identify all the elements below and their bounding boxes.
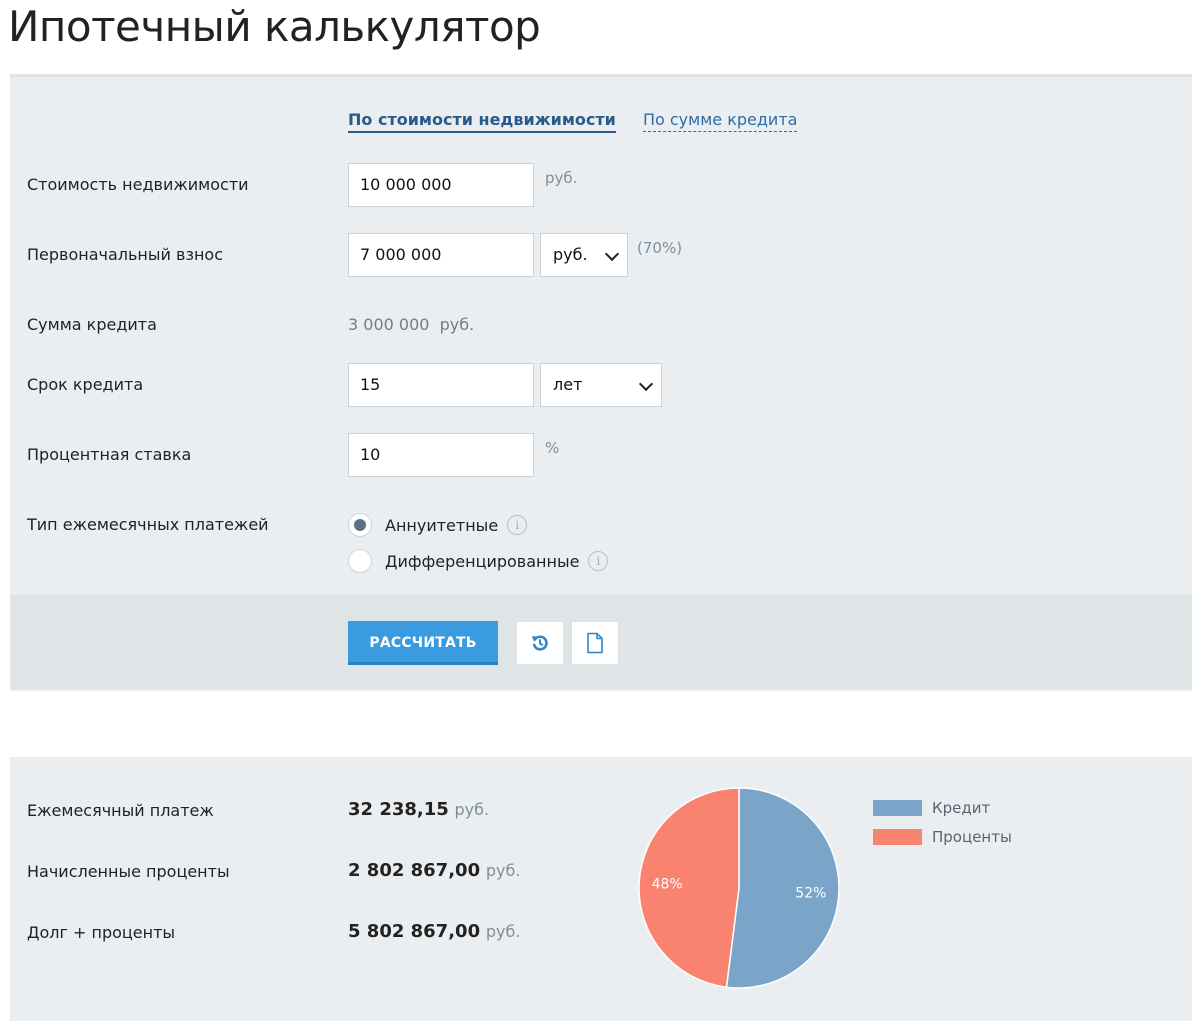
calc-mode-tabs: По стоимости недвижимости По сумме креди… bbox=[348, 110, 819, 133]
payment-type-label: Тип ежемесячных платежей bbox=[27, 515, 269, 534]
chevron-down-icon bbox=[638, 376, 654, 392]
differentiated-radio[interactable] bbox=[348, 549, 372, 573]
loan-amount-value: 3 000 000 руб. bbox=[348, 315, 475, 334]
monthly-payment-amount: 32 238,15 bbox=[348, 799, 449, 820]
down-payment-unit-select[interactable]: руб. bbox=[540, 233, 628, 277]
calculator-panel: По стоимости недвижимости По сумме креди… bbox=[10, 74, 1192, 1021]
legend-item-interest: Проценты bbox=[873, 828, 1012, 846]
annuity-radio[interactable] bbox=[348, 513, 372, 537]
payment-pie-chart: 52% 48% bbox=[638, 787, 840, 989]
differentiated-label: Дифференцированные bbox=[385, 551, 580, 571]
total-label: Долг + проценты bbox=[27, 923, 176, 942]
calculate-button[interactable]: РАССЧИТАТЬ bbox=[348, 621, 498, 665]
total-amount: 5 802 867,00 bbox=[348, 921, 481, 942]
reset-icon bbox=[531, 635, 548, 651]
loan-term-input[interactable]: 15 bbox=[348, 363, 534, 407]
monthly-payment-value: 32 238,15 руб. bbox=[348, 799, 489, 820]
info-icon[interactable]: i bbox=[507, 515, 528, 535]
accrued-interest-unit: руб. bbox=[485, 861, 521, 880]
annuity-label: Аннуитетные bbox=[385, 515, 499, 535]
down-payment-label: Первоначальный взнос bbox=[27, 245, 223, 264]
legend-item-credit: Кредит bbox=[873, 799, 990, 817]
accrued-interest-value: 2 802 867,00 руб. bbox=[348, 860, 520, 881]
pie-label-interest: 48% bbox=[652, 876, 683, 892]
down-payment-percent: (70%) bbox=[637, 239, 683, 257]
monthly-payment-label: Ежемесячный платеж bbox=[27, 801, 214, 820]
legend-swatch-credit bbox=[873, 800, 922, 816]
document-icon bbox=[587, 632, 603, 654]
loan-amount-label: Сумма кредита bbox=[27, 315, 157, 334]
info-icon[interactable]: i bbox=[588, 551, 609, 571]
pie-label-credit: 52% bbox=[795, 886, 826, 902]
down-payment-unit-value: руб. bbox=[553, 245, 588, 264]
payment-type-annuity[interactable]: Аннуитетные i bbox=[348, 513, 528, 537]
loan-term-label: Срок кредита bbox=[27, 375, 144, 394]
property-price-unit: руб. bbox=[545, 169, 578, 187]
legend-label-credit: Кредит bbox=[932, 799, 991, 817]
payment-type-differentiated[interactable]: Дифференцированные i bbox=[348, 549, 609, 573]
legend-label-interest: Проценты bbox=[932, 828, 1012, 846]
legend-swatch-interest bbox=[873, 829, 922, 845]
chevron-down-icon bbox=[604, 246, 620, 262]
down-payment-input[interactable]: 7 000 000 bbox=[348, 233, 534, 277]
loan-term-unit-select[interactable]: лет bbox=[540, 363, 662, 407]
interest-rate-input[interactable]: 10 bbox=[348, 433, 534, 477]
accrued-interest-label: Начисленные проценты bbox=[27, 862, 230, 881]
property-price-input[interactable]: 10 000 000 bbox=[348, 163, 534, 207]
interest-rate-unit: % bbox=[545, 439, 560, 457]
document-button[interactable] bbox=[571, 621, 619, 665]
total-unit: руб. bbox=[485, 922, 521, 941]
monthly-payment-unit: руб. bbox=[454, 800, 490, 819]
tab-by-loan-amount[interactable]: По сумме кредита bbox=[642, 110, 798, 132]
results-divider bbox=[10, 691, 1192, 757]
reset-button[interactable] bbox=[516, 621, 564, 665]
total-value: 5 802 867,00 руб. bbox=[348, 921, 520, 942]
tab-by-property-price[interactable]: По стоимости недвижимости bbox=[348, 110, 616, 133]
action-bar: РАССЧИТАТЬ bbox=[10, 595, 1192, 689]
property-price-label: Стоимость недвижимости bbox=[27, 175, 249, 194]
page-title: Ипотечный калькулятор bbox=[8, 2, 541, 51]
interest-rate-label: Процентная ставка bbox=[27, 445, 192, 464]
loan-term-unit-value: лет bbox=[553, 375, 583, 394]
accrued-interest-amount: 2 802 867,00 bbox=[348, 860, 481, 881]
